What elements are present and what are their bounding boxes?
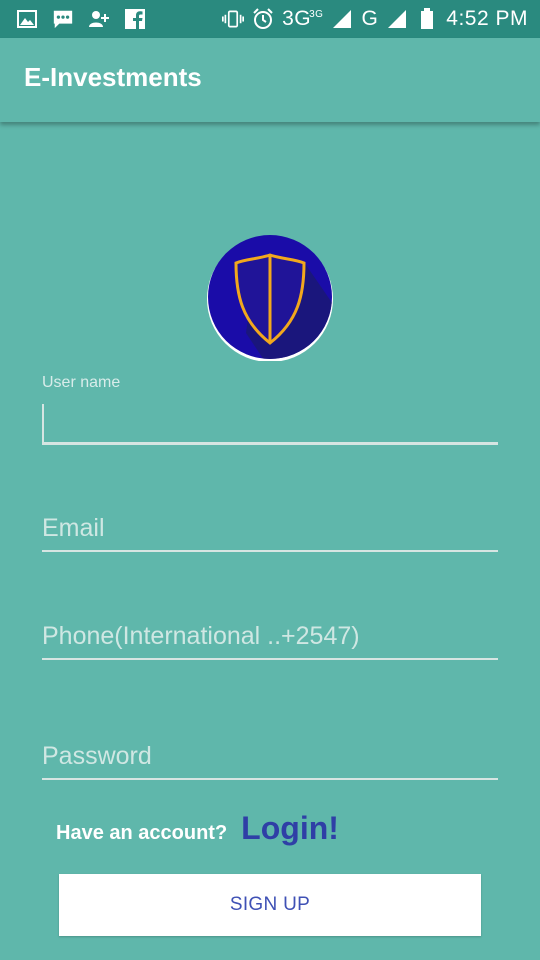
username-label: User name	[42, 374, 121, 391]
phone-field[interactable]: Phone(International ..+2547)	[42, 618, 498, 662]
email-underline	[42, 550, 498, 552]
password-underline	[42, 778, 498, 780]
signal-icon	[331, 8, 353, 30]
message-icon	[52, 8, 74, 30]
notification-icons	[16, 8, 146, 30]
network-type-primary: 3G3G	[282, 7, 324, 30]
system-status: 3G3G G 4:52 PM	[222, 6, 528, 32]
status-bar: 3G3G G 4:52 PM	[0, 0, 540, 38]
vibrate-icon	[222, 8, 245, 30]
gallery-icon	[16, 8, 38, 30]
email-field[interactable]: Email	[42, 510, 498, 554]
have-account-text: Have an account?	[56, 822, 228, 844]
app-title: E-Investments	[24, 62, 202, 92]
alarm-icon	[252, 8, 274, 30]
network-type-secondary: G	[361, 7, 379, 30]
shield-icon	[207, 235, 333, 362]
phone-underline	[42, 658, 498, 660]
app-bar: E-Investments	[0, 38, 540, 122]
battery-icon	[416, 8, 438, 30]
login-link[interactable]: Login!	[241, 810, 339, 847]
text-cursor	[42, 404, 44, 442]
signup-button[interactable]: SIGN UP	[59, 874, 481, 936]
facebook-icon	[124, 8, 146, 30]
clock: 4:52 PM	[446, 7, 528, 30]
username-field[interactable]: User name	[42, 374, 498, 446]
signal-icon	[386, 8, 408, 30]
phone-placeholder: Phone(International ..+2547)	[42, 622, 360, 650]
email-placeholder: Email	[42, 514, 105, 542]
app-logo	[206, 233, 334, 362]
password-field[interactable]: Password	[42, 738, 498, 782]
username-underline	[42, 442, 498, 445]
add-contact-icon	[88, 8, 110, 30]
login-prompt: Have an account? Login!	[56, 810, 339, 847]
password-placeholder: Password	[42, 742, 152, 770]
